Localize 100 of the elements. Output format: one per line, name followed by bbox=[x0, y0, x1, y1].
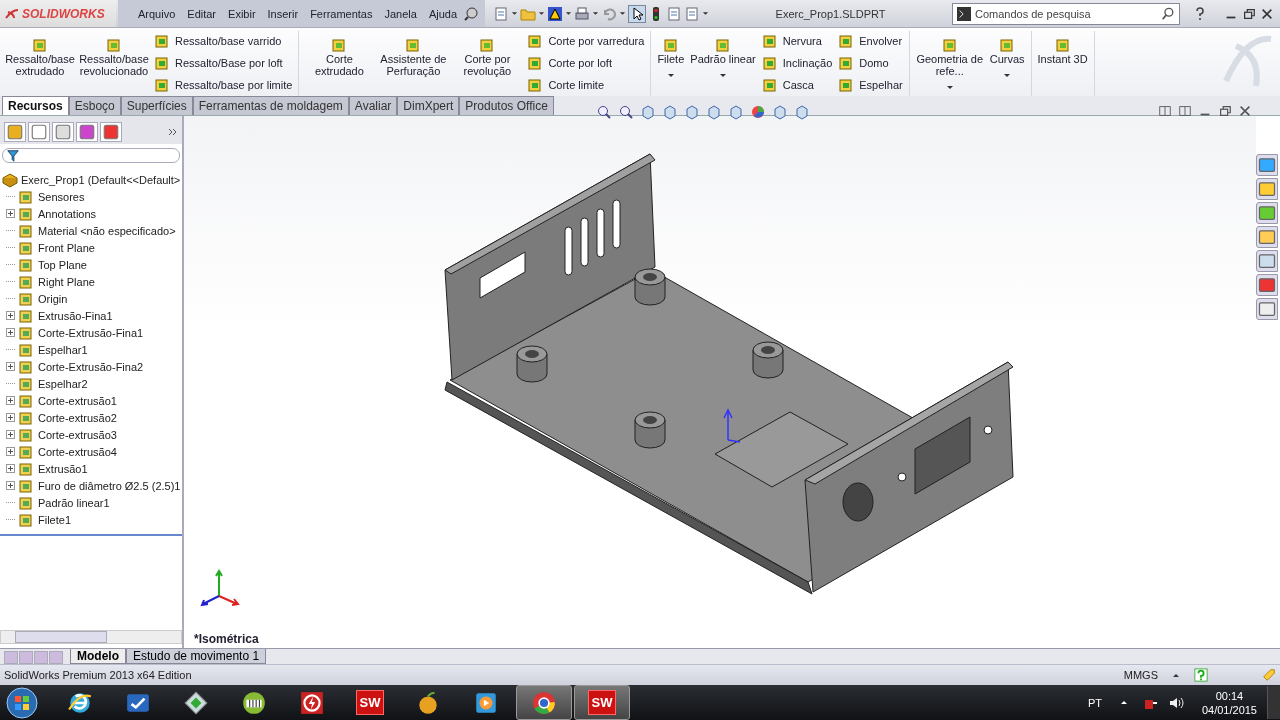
ribbon-button[interactable]: Corte por revolução bbox=[451, 31, 524, 96]
panel-tab-icon[interactable] bbox=[52, 122, 74, 142]
tree-item[interactable]: Corte-extrusão3 bbox=[18, 426, 117, 443]
tree-item[interactable]: Right Plane bbox=[18, 273, 95, 290]
expand-icon[interactable] bbox=[6, 481, 15, 490]
units-label[interactable]: MMGS bbox=[1123, 669, 1158, 681]
view-tool-icon[interactable] bbox=[662, 104, 678, 120]
menu-item[interactable]: Editar bbox=[181, 7, 223, 20]
ribbon-button[interactable]: Ressalto/Base por loft bbox=[152, 53, 295, 73]
tree-item[interactable]: Front Plane bbox=[18, 239, 95, 256]
cursor-icon[interactable] bbox=[628, 4, 647, 23]
tree-item[interactable]: Espelhar2 bbox=[18, 375, 88, 392]
horizontal-scrollbar[interactable] bbox=[0, 630, 182, 644]
ribbon-button[interactable]: Nervura bbox=[759, 31, 835, 51]
filter-icon[interactable] bbox=[6, 148, 20, 163]
ribbon-button[interactable]: Ressalto/base revolucionado bbox=[78, 31, 150, 96]
view-tool-icon[interactable] bbox=[618, 104, 634, 120]
close-icon[interactable] bbox=[1238, 104, 1252, 118]
view-tool-icon[interactable] bbox=[596, 104, 612, 120]
clipboard-icon[interactable] bbox=[666, 5, 683, 22]
ribbon-button[interactable]: Curvas bbox=[987, 31, 1027, 96]
expand-icon[interactable] bbox=[6, 209, 15, 218]
menu-item[interactable]: Inserir bbox=[261, 7, 305, 20]
search-box[interactable]: Comandos de pesquisa bbox=[952, 2, 1180, 25]
ribbon-button[interactable]: Espelhar bbox=[836, 75, 905, 95]
clock-date[interactable]: 04/01/2015 bbox=[1201, 702, 1257, 717]
panel-tab-icon[interactable] bbox=[4, 122, 26, 142]
tab[interactable]: Produtos Office bbox=[459, 96, 554, 115]
more-icon[interactable] bbox=[168, 128, 178, 136]
tree-item[interactable]: Origin bbox=[18, 290, 68, 307]
menu-item[interactable]: Ferramentas bbox=[304, 7, 379, 20]
tab[interactable]: Ferramentas de moldagem bbox=[192, 96, 349, 115]
ribbon-button[interactable]: Inclinação bbox=[759, 53, 835, 73]
ribbon-button[interactable]: Casca bbox=[759, 75, 835, 95]
caret-icon[interactable] bbox=[592, 11, 600, 16]
caret-icon[interactable] bbox=[702, 11, 710, 16]
checklist-icon[interactable] bbox=[684, 5, 701, 22]
tree-item[interactable]: Sensores bbox=[18, 188, 85, 205]
expand-icon[interactable] bbox=[6, 328, 15, 337]
ribbon-button[interactable]: Instant 3D bbox=[1035, 31, 1090, 96]
tree-item[interactable]: Extrusão1 bbox=[18, 460, 88, 477]
warning-icon[interactable] bbox=[547, 5, 564, 22]
tree-item[interactable]: Filete1 bbox=[18, 511, 72, 528]
ribbon-button[interactable]: Padrão linear bbox=[688, 31, 758, 96]
tab[interactable]: DimXpert bbox=[397, 96, 460, 115]
ribbon-button[interactable]: Envolver bbox=[836, 31, 905, 51]
expand-icon[interactable] bbox=[6, 447, 15, 456]
ribbon-button[interactable]: Corte por varredura bbox=[525, 31, 647, 51]
expand-icon[interactable] bbox=[6, 430, 15, 439]
ribbon-button[interactable]: Assistente de Perfuração bbox=[377, 31, 450, 96]
view-tool-icon[interactable] bbox=[640, 104, 656, 120]
ribbon-button[interactable]: Ressalto/base extrudado bbox=[4, 31, 76, 96]
taskbar-button[interactable]: SW bbox=[574, 685, 630, 720]
tree-item[interactable]: Corte-Extrusão-Fina2 bbox=[18, 358, 144, 375]
ribbon-button[interactable]: Filete bbox=[655, 31, 687, 96]
restore-icon[interactable] bbox=[1218, 104, 1232, 118]
split-left-icon[interactable] bbox=[1158, 104, 1172, 118]
caret-icon[interactable] bbox=[719, 73, 727, 78]
ribbon-button[interactable]: Ressalto/base por limite bbox=[152, 75, 295, 95]
caret-icon[interactable] bbox=[1003, 73, 1012, 78]
caret-icon[interactable] bbox=[945, 85, 954, 90]
menu-item[interactable]: Janela bbox=[378, 7, 423, 20]
view-tool-icon[interactable] bbox=[794, 104, 810, 120]
tree-item[interactable]: Furo de diâmetro Ø2.5 (2.5)1 bbox=[18, 477, 181, 494]
tree-item[interactable]: Top Plane bbox=[18, 256, 87, 273]
caret-icon[interactable] bbox=[538, 11, 546, 16]
tab[interactable]: Modelo bbox=[70, 649, 126, 664]
close-icon[interactable] bbox=[1260, 6, 1274, 21]
tree-item[interactable]: Annotations bbox=[18, 205, 97, 222]
expand-icon[interactable] bbox=[6, 464, 15, 473]
ribbon-button[interactable]: Domo bbox=[836, 53, 905, 73]
ribbon-button[interactable]: Corte extrudado bbox=[303, 31, 376, 96]
language-indicator[interactable]: PT bbox=[1087, 696, 1102, 709]
ribbon-button[interactable]: Corte por loft bbox=[525, 53, 647, 73]
taskbar-button[interactable]: SW bbox=[342, 685, 398, 720]
caret-icon[interactable] bbox=[511, 11, 519, 16]
caret-icon[interactable] bbox=[619, 11, 627, 16]
tree-item[interactable]: Corte-Extrusão-Fina1 bbox=[18, 324, 144, 341]
panel-tab-icon[interactable] bbox=[28, 122, 50, 142]
tree-item[interactable]: Padrão linear1 bbox=[18, 494, 110, 511]
tab[interactable]: Esboço bbox=[68, 96, 121, 115]
task-pane-tab-icon[interactable] bbox=[1256, 250, 1278, 272]
task-pane-tab-icon[interactable] bbox=[1256, 274, 1278, 296]
pin-icon[interactable] bbox=[463, 5, 480, 22]
view-tool-icon[interactable] bbox=[706, 104, 722, 120]
tree-item[interactable]: Corte-extrusão2 bbox=[18, 409, 117, 426]
ribbon-button[interactable]: Corte limite bbox=[525, 75, 647, 95]
view-tool-icon[interactable] bbox=[750, 104, 766, 120]
expand-icon[interactable] bbox=[6, 413, 15, 422]
view-tool-icon[interactable] bbox=[728, 104, 744, 120]
tree-item[interactable]: Espelhar1 bbox=[18, 341, 88, 358]
task-pane-tab-icon[interactable] bbox=[1256, 226, 1278, 248]
ribbon-button[interactable]: Ressalto/base varrido bbox=[152, 31, 295, 51]
tab[interactable]: Avaliar bbox=[348, 96, 398, 115]
caret-icon[interactable] bbox=[565, 11, 573, 16]
search-icon[interactable] bbox=[1161, 6, 1175, 21]
task-pane-tab-icon[interactable] bbox=[1256, 202, 1278, 224]
ribbon-button[interactable]: Geometria de refe... bbox=[913, 31, 986, 96]
panel-tab-icon[interactable] bbox=[76, 122, 98, 142]
view-tool-icon[interactable] bbox=[684, 104, 700, 120]
